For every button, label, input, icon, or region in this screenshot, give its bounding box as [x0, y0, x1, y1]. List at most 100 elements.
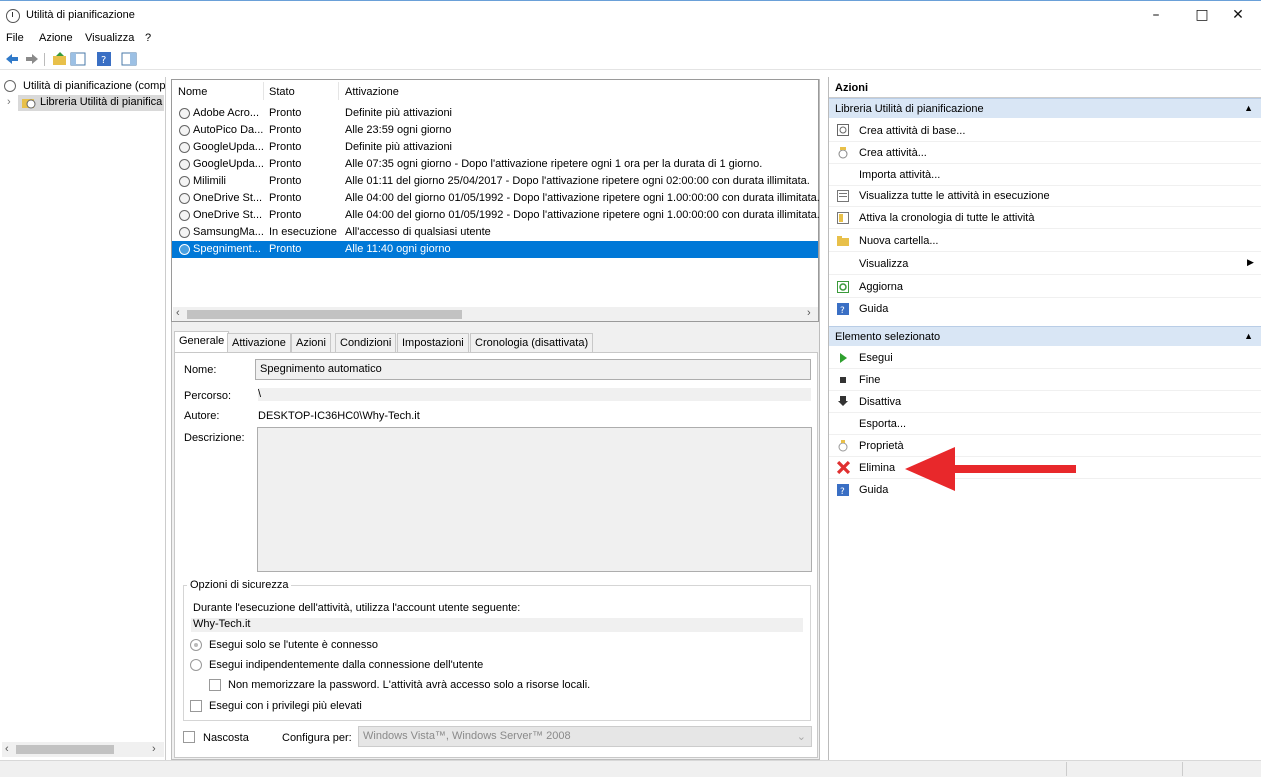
column-header-name[interactable]: Nome: [178, 86, 207, 98]
task-row[interactable]: GoogleUpda... Pronto Definite più attivazi…: [172, 139, 818, 156]
action-refresh[interactable]: Aggiorna: [859, 281, 903, 293]
section-header-library[interactable]: Libreria Utilità di pianificazione ▲: [829, 98, 1261, 118]
task-list: Nome Stato Attivazione Adobe Acro... Pron…: [171, 79, 820, 322]
menu-file[interactable]: File: [6, 32, 24, 44]
scroll-right-icon[interactable]: ›: [807, 307, 811, 319]
task-row[interactable]: Milimili Pronto Alle 01:11 del giorno 25/0…: [172, 173, 818, 190]
back-arrow-icon[interactable]: [4, 51, 20, 67]
task-name: Adobe Acro...: [193, 107, 260, 119]
scroll-left-icon[interactable]: ‹: [5, 743, 9, 755]
tree-child[interactable]: Libreria Utilità di pianifica: [40, 96, 162, 108]
tab-impostazioni[interactable]: Impostazioni: [397, 333, 469, 353]
column-header-trigger[interactable]: Attivazione: [345, 86, 399, 98]
task-clock-icon: [179, 176, 190, 187]
collapse-icon[interactable]: ▲: [1244, 331, 1253, 341]
checkbox-do-not-store-password[interactable]: [209, 679, 221, 691]
run-icon: [840, 353, 847, 363]
task-row[interactable]: AutoPico Da... Pronto Alle 23:59 ogni gior…: [172, 122, 818, 139]
action-delete[interactable]: Elimina: [859, 462, 895, 474]
up-folder-icon[interactable]: [52, 51, 68, 67]
tab-azioni[interactable]: Azioni: [291, 333, 331, 353]
action-display-running-tasks[interactable]: Visualizza tutte le attività in esecuzio…: [859, 190, 1050, 202]
scroll-right-icon[interactable]: ›: [152, 743, 156, 755]
task-clock-icon: [179, 227, 190, 238]
divider: [829, 228, 1261, 229]
column-divider[interactable]: [263, 82, 264, 100]
action-create-basic-task[interactable]: Crea attività di base...: [859, 125, 965, 137]
name-field[interactable]: Spegnimento automatico: [255, 359, 811, 380]
column-divider[interactable]: [338, 82, 339, 100]
action-disable[interactable]: Disattiva: [859, 396, 901, 408]
scroll-thumb[interactable]: [187, 310, 462, 319]
action-run[interactable]: Esegui: [859, 352, 893, 364]
checkbox-highest-privileges[interactable]: [190, 700, 202, 712]
tab-generale[interactable]: Generale: [174, 331, 230, 353]
tab-condizioni[interactable]: Condizioni: [335, 333, 397, 353]
task-clock-icon: [179, 125, 190, 136]
tree-root[interactable]: Utilità di pianificazione (comp: [23, 80, 165, 92]
task-trigger: Alle 23:59 ogni giorno: [345, 124, 452, 136]
task-trigger: Alle 01:11 del giorno 25/04/2017 - Dopo …: [345, 175, 810, 187]
task-name: AutoPico Da...: [193, 124, 264, 136]
window-title: Utilità di pianificazione: [26, 9, 135, 21]
action-import-task[interactable]: Importa attività...: [859, 169, 940, 181]
forward-arrow-icon[interactable]: [24, 51, 40, 67]
new-folder-icon: [837, 236, 849, 246]
action-new-folder[interactable]: Nuova cartella...: [859, 235, 938, 247]
task-clock-icon: [179, 108, 190, 119]
task-row-selected[interactable]: Spegniment... Pronto Alle 11:40 ogni giorn…: [172, 241, 818, 258]
task-row[interactable]: OneDrive St... Pronto Alle 04:00 del giorn…: [172, 190, 820, 207]
menu-visualizza[interactable]: Visualizza: [85, 32, 134, 44]
tree-scrollbar[interactable]: ‹ ›: [2, 742, 164, 757]
close-button[interactable]: ✕: [1215, 1, 1261, 31]
task-row[interactable]: OneDrive St... Pronto Alle 04:00 del giorn…: [172, 207, 820, 224]
action-end[interactable]: Fine: [859, 374, 880, 386]
column-header-status[interactable]: Stato: [269, 86, 295, 98]
task-name: GoogleUpda...: [193, 141, 264, 153]
divider: [829, 390, 1261, 391]
section-header-selected-label: Elemento selezionato: [835, 331, 941, 343]
divider: [829, 434, 1261, 435]
name-label: Nome:: [184, 364, 217, 376]
action-help-library[interactable]: Guida: [859, 303, 888, 315]
menu-help[interactable]: ?: [145, 32, 151, 44]
navigation-tree: Utilità di pianificazione (comp › Librer…: [0, 77, 166, 760]
scroll-thumb[interactable]: [16, 745, 114, 754]
radio-run-whether-logged-on[interactable]: [190, 659, 202, 671]
scroll-left-icon[interactable]: ‹: [176, 307, 180, 319]
task-row[interactable]: SamsungMa... In esecuzione All'accesso di …: [172, 224, 818, 241]
tab-cronologia[interactable]: Cronologia (disattivata): [470, 333, 594, 353]
action-view[interactable]: Visualizza: [859, 258, 908, 270]
task-status: Pronto: [269, 107, 302, 119]
show-action-pane-icon[interactable]: [121, 51, 137, 67]
task-trigger: Alle 11:40 ogni giorno: [345, 243, 451, 255]
security-options-title: Opzioni di sicurezza: [187, 579, 292, 591]
action-create-task[interactable]: Crea attività...: [859, 147, 927, 159]
task-list-scrollbar[interactable]: ‹ ›: [173, 307, 818, 321]
minimize-button[interactable]: –: [1133, 1, 1179, 31]
configure-for-label: Configura per:: [282, 732, 352, 744]
action-export[interactable]: Esporta...: [859, 418, 906, 430]
show-tree-icon[interactable]: [70, 51, 86, 67]
divider: [829, 141, 1261, 142]
svg-text:?: ?: [840, 487, 845, 496]
menu-azione[interactable]: Azione: [39, 32, 73, 44]
section-header-selected[interactable]: Elemento selezionato ▲: [829, 326, 1261, 346]
divider: [829, 368, 1261, 369]
action-enable-history[interactable]: Attiva la cronologia di tutte le attivit…: [859, 212, 1034, 224]
description-field[interactable]: [257, 427, 812, 572]
toolbar-separator: [44, 53, 45, 66]
delete-x-icon: [837, 461, 850, 474]
tab-attivazione[interactable]: Attivazione: [227, 333, 291, 353]
task-row[interactable]: Adobe Acro... Pronto Definite più attivazi…: [172, 105, 818, 122]
checkbox-hidden[interactable]: [183, 731, 195, 743]
configure-for-select[interactable]: Windows Vista™, Windows Server™ 2008 ⌄: [358, 726, 812, 747]
collapse-icon[interactable]: ▲: [1244, 103, 1253, 113]
radio-run-only-logged-on[interactable]: [190, 639, 202, 651]
task-row[interactable]: GoogleUpda... Pronto Alle 07:35 ogni giorn…: [172, 156, 818, 173]
section-header-library-label: Libreria Utilità di pianificazione: [835, 103, 984, 115]
tree-expand-chevron-icon[interactable]: ›: [7, 96, 11, 108]
action-help-selected[interactable]: Guida: [859, 484, 888, 496]
action-properties[interactable]: Proprietà: [859, 440, 904, 452]
help-icon[interactable]: ?: [96, 51, 112, 67]
